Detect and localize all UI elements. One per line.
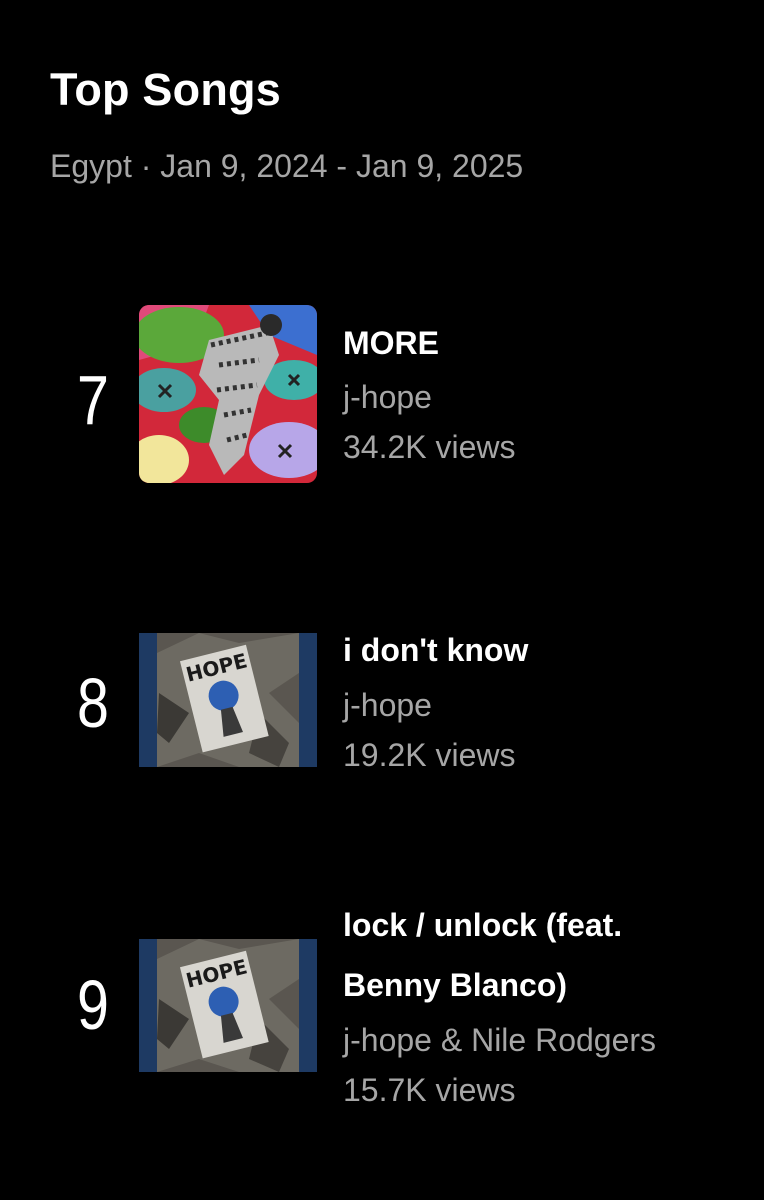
page-subtitle: Egypt · Jan 9, 2024 - Jan 9, 2025 [50,148,524,184]
song-row-8[interactable]: 8 HOPE i don't know j-hope 19.2K views [0,632,764,773]
song-artist[interactable]: j-hope & Nile Rodgers [343,1015,753,1065]
song-artist[interactable]: j-hope [343,680,753,730]
song-views: 34.2K views [343,429,516,465]
song-info: lock / unlock (feat. Benny Blanco) j-hop… [343,895,753,1115]
hope-on-the-street-album-art[interactable]: HOPE [139,633,317,767]
song-rank: 8 [77,664,109,742]
song-artist[interactable]: j-hope [343,372,753,422]
song-info: MORE j-hope 34.2K views [343,314,753,472]
song-views: 15.7K views [343,1072,516,1108]
song-title-line2[interactable]: Benny Blanco) [343,955,753,1015]
page-title: Top Songs [50,64,281,115]
song-title-line1[interactable]: lock / unlock (feat. [343,895,753,955]
song-row-9[interactable]: 9 HOPE lock / unlock (feat. Benny Blanco… [0,895,764,1108]
song-title[interactable]: i don't know [343,620,753,680]
song-title[interactable]: MORE [343,314,753,372]
song-views: 19.2K views [343,737,516,773]
song-rank: 9 [77,966,109,1044]
hope-on-the-street-album-art[interactable]: HOPE [139,939,317,1072]
more-album-art[interactable] [139,305,317,483]
song-row-7[interactable]: 7 MORE j-hope 34.2K views [0,305,764,485]
song-info: i don't know j-hope 19.2K views [343,620,753,780]
song-rank: 7 [77,361,109,439]
